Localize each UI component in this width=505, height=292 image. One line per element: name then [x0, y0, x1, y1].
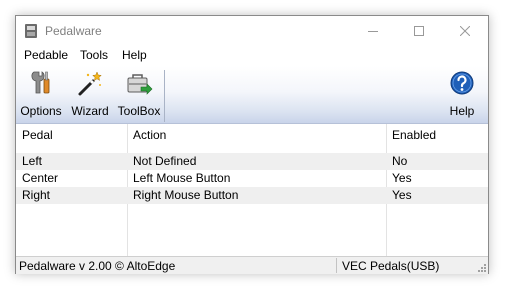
menu-bar: Pedable Tools Help	[16, 46, 488, 66]
action-cell: Not Defined	[133, 154, 197, 168]
toolbox-button[interactable]: ToolBox	[116, 66, 162, 124]
resize-grip-icon[interactable]	[477, 263, 487, 273]
column-header-enabled[interactable]: Enabled	[392, 128, 436, 142]
minimize-button[interactable]	[350, 16, 396, 46]
toolbox-icon	[127, 74, 153, 95]
wizard-label: Wizard	[71, 104, 109, 118]
menu-help[interactable]: Help	[121, 48, 148, 62]
menu-tools[interactable]: Tools	[79, 48, 109, 62]
toolbar: Options Wizard ToolBox Help	[16, 66, 488, 124]
minimize-icon	[368, 31, 378, 32]
help-label: Help	[449, 104, 475, 118]
status-bar: Pedalware v 2.00 © AltoEdge VEC Pedals(U…	[16, 256, 488, 274]
column-header-pedal[interactable]: Pedal	[22, 128, 53, 142]
close-button[interactable]	[442, 16, 488, 46]
magic-wand-icon	[78, 71, 102, 96]
help-question-icon	[450, 71, 474, 95]
options-label: Options	[20, 104, 62, 118]
window-title: Pedalware	[45, 24, 102, 38]
pedal-cell: Center	[22, 171, 59, 185]
enabled-cell: No	[392, 154, 408, 168]
action-cell: Right Mouse Button	[133, 188, 239, 202]
pedal-cell: Right	[22, 188, 51, 202]
column-header-action[interactable]: Action	[133, 128, 166, 142]
menu-pedable[interactable]: Pedable	[23, 48, 69, 62]
table-row[interactable]: Right Right Mouse Button Yes	[16, 187, 488, 204]
table-row[interactable]: Center Left Mouse Button Yes	[16, 170, 488, 187]
status-device: VEC Pedals(USB)	[342, 259, 440, 273]
enabled-cell: Yes	[392, 171, 412, 185]
pedal-cell: Left	[22, 154, 43, 168]
options-button[interactable]: Options	[18, 66, 64, 124]
table-row[interactable]: Left Not Defined No	[16, 153, 488, 170]
help-button[interactable]: Help	[444, 66, 480, 124]
wizard-button[interactable]: Wizard	[68, 66, 112, 124]
toolbar-separator	[164, 70, 165, 122]
title-bar[interactable]: Pedalware	[16, 16, 488, 46]
status-version: Pedalware v 2.00 © AltoEdge	[19, 259, 176, 273]
maximize-icon	[414, 26, 424, 36]
maximize-button[interactable]	[396, 16, 442, 46]
wrench-options-icon	[31, 71, 50, 94]
close-icon	[460, 26, 470, 36]
pedal-table: Pedal Action Enabled Left Not Defined No…	[16, 124, 488, 256]
app-icon	[25, 24, 37, 38]
enabled-cell: Yes	[392, 188, 412, 202]
toolbox-label: ToolBox	[117, 104, 161, 118]
app-window: Pedalware Pedable Tools Help Options Wiz…	[15, 15, 489, 274]
status-separator	[336, 258, 337, 273]
action-cell: Left Mouse Button	[133, 171, 231, 185]
